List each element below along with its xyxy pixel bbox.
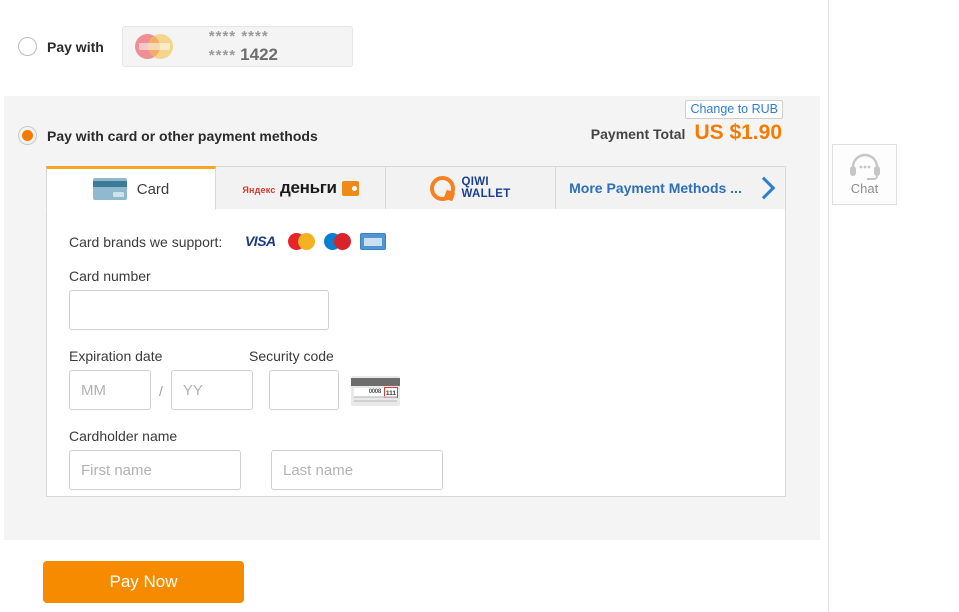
amex-icon: [360, 233, 387, 250]
qiwi-logo-line1: QIWI: [461, 175, 489, 188]
saved-card-radio[interactable]: [18, 37, 37, 56]
qiwi-wallet-icon: QIWI WALLET: [430, 175, 511, 201]
expiration-security-row: / 0008 111: [69, 370, 785, 410]
panel-header: Pay with card or other payment methods C…: [4, 96, 820, 159]
more-methods-label: More Payment Methods ...: [569, 180, 742, 196]
saved-card-label: Pay with: [47, 38, 104, 55]
date-separator: /: [159, 383, 163, 399]
headset-icon: [849, 153, 880, 180]
change-currency-link[interactable]: Change to RUB: [685, 100, 783, 119]
payment-total: Payment Total US $1.90: [591, 121, 782, 145]
saved-card-box[interactable]: **** **** **** 1422: [121, 26, 353, 67]
payment-method-tabs: Card Яндекс деньги QIWI WALLET More Paym…: [46, 166, 786, 210]
tab-qiwi-wallet[interactable]: QIWI WALLET: [386, 166, 556, 210]
payment-total-label: Payment Total: [590, 126, 686, 142]
tab-more-payment-methods[interactable]: More Payment Methods ...: [556, 166, 786, 210]
mastercard-icon: [134, 34, 175, 59]
chat-widget[interactable]: Chat: [832, 144, 897, 205]
mastercard-brand-icon: [288, 233, 316, 250]
qiwi-logo-line2: WALLET: [461, 188, 511, 200]
card-number-input[interactable]: [69, 290, 329, 330]
expiration-month-input[interactable]: [69, 370, 151, 410]
saved-card-last4: 1422: [240, 45, 278, 64]
maestro-icon: [324, 233, 352, 250]
qiwi-q-icon: [430, 175, 456, 201]
credit-card-icon: [92, 178, 127, 200]
visa-icon: VISA: [240, 233, 281, 250]
cardholder-name-row: [69, 450, 785, 490]
tab-card[interactable]: Card: [46, 166, 216, 210]
expiration-year-input[interactable]: [170, 370, 253, 410]
last-name-input[interactable]: [271, 450, 443, 490]
other-methods-radio[interactable]: [18, 126, 37, 145]
tab-yandex-money[interactable]: Яндекс деньги: [216, 166, 386, 210]
card-number-label: Card number: [69, 268, 151, 284]
chevron-right-icon: [752, 176, 776, 200]
chat-label: Chat: [850, 181, 879, 196]
tab-card-label: Card: [136, 180, 170, 198]
right-rail: Chat: [828, 0, 959, 612]
supported-brands-label: Card brands we support:: [69, 233, 223, 250]
yandex-logo-bottom: деньги: [279, 178, 337, 197]
yandex-logo-top: Яндекс: [242, 185, 276, 195]
supported-brands: Card brands we support: VISA: [69, 233, 785, 250]
payment-form-card: Card Яндекс деньги QIWI WALLET More Paym…: [46, 166, 786, 608]
other-methods-label: Pay with card or other payment methods: [47, 127, 318, 144]
saved-card-number: **** **** **** 1422: [208, 28, 278, 64]
first-name-input[interactable]: [69, 450, 241, 490]
expiration-date-label: Expiration date: [69, 348, 163, 364]
card-form-body: Card brands we support: VISA Card number…: [46, 209, 786, 497]
yandex-money-icon: Яндекс деньги: [242, 178, 359, 197]
pay-now-button[interactable]: Pay Now: [43, 561, 244, 603]
security-code-input[interactable]: [268, 370, 339, 410]
payment-total-amount: US $1.90: [694, 121, 782, 144]
payment-methods-panel: Pay with card or other payment methods C…: [4, 96, 820, 540]
cardholder-name-label: Cardholder name: [69, 428, 178, 444]
security-code-label: Security code: [249, 348, 334, 364]
other-methods-option[interactable]: Pay with card or other payment methods: [18, 126, 318, 145]
cvv-location-hint-icon: 0008 111: [350, 376, 400, 406]
payment-page: Pay with **** **** **** 1422 Pay with car…: [0, 0, 959, 612]
wallet-icon: [341, 181, 359, 196]
saved-card-option[interactable]: Pay with **** **** **** 1422: [18, 26, 353, 67]
